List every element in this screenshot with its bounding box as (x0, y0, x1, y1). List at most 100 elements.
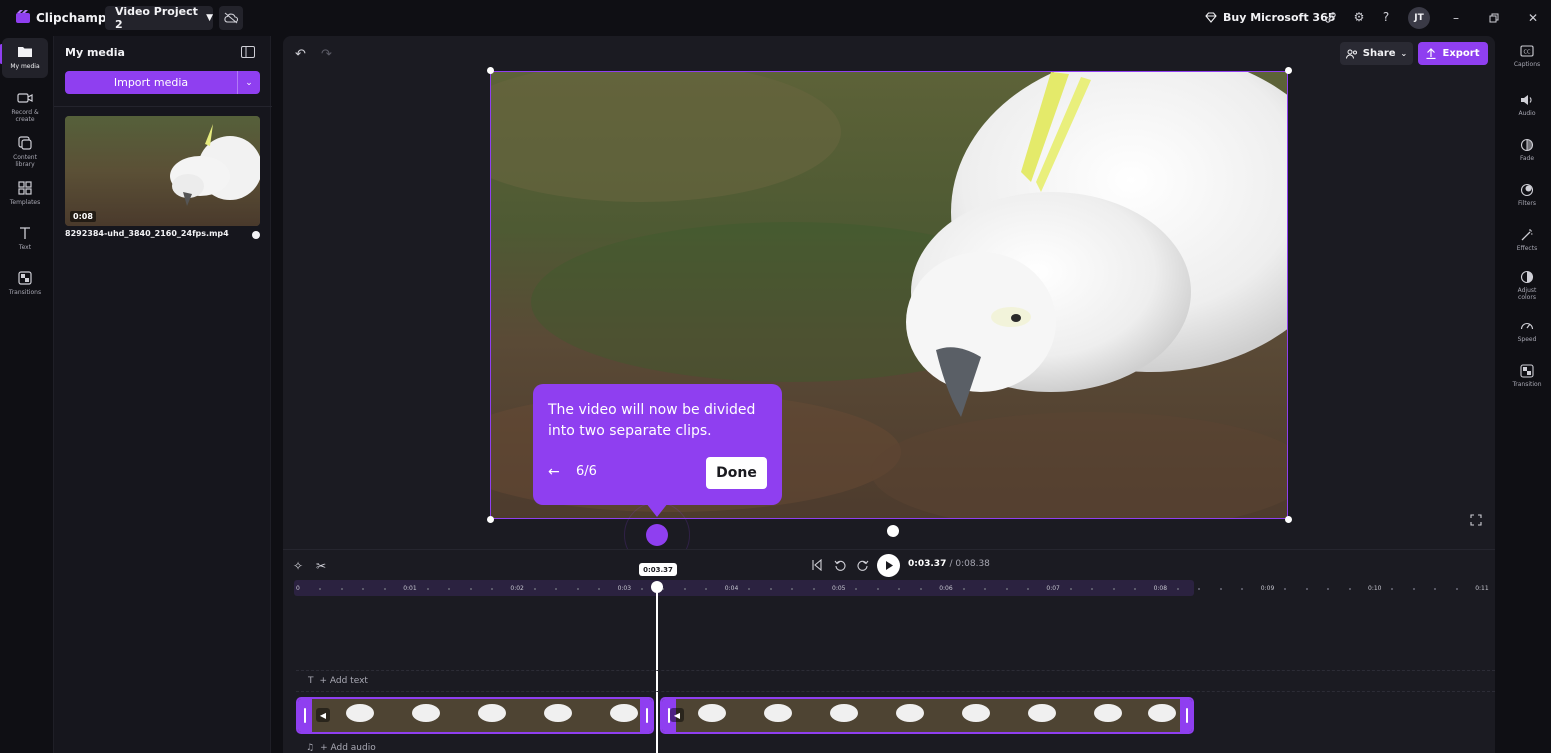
rewind-5s-icon[interactable] (834, 559, 846, 571)
panel-speed[interactable]: Speed (1505, 319, 1549, 343)
undo-icon[interactable]: ↶ (295, 47, 306, 62)
tooltip-arrow (646, 503, 668, 517)
captions-icon: CC (1520, 45, 1534, 57)
playhead-time-label: 0:03.37 (639, 563, 677, 576)
clip-left-trim-handle[interactable] (298, 699, 312, 732)
buy-label: Buy Microsoft 365 (1223, 11, 1336, 24)
help-icon[interactable]: ? (1378, 9, 1394, 25)
ruler-tick-dot (1026, 588, 1029, 590)
video-clip-1[interactable]: ◀ (296, 697, 654, 734)
ruler-tick-label: 0:03 (617, 585, 632, 592)
media-duration: 0:08 (70, 211, 96, 222)
cloud-sync-button[interactable] (219, 6, 243, 30)
minimize-icon[interactable]: – (1447, 9, 1465, 27)
ruler-tick-label: 0:01 (403, 585, 417, 592)
share-button[interactable]: Share ⌄ (1340, 42, 1413, 65)
divider (54, 106, 272, 107)
fullscreen-icon[interactable] (1470, 514, 1482, 526)
ruler-tick-dot (1219, 588, 1222, 590)
property-panel: CC Captions Audio Fade Filters Effects A… (1505, 36, 1551, 753)
panel-adjust-colors[interactable]: Adjust colors (1505, 270, 1549, 301)
add-text-button[interactable]: T + Add text (308, 676, 368, 686)
timeline-ruler-extension[interactable] (1194, 580, 1484, 596)
play-icon (885, 561, 893, 570)
redo-icon[interactable]: ↷ (321, 47, 332, 62)
scissors-icon[interactable]: ✂ (316, 559, 326, 573)
added-check-icon (252, 231, 260, 239)
nav-text[interactable]: Text (2, 219, 48, 259)
chevron-down-icon: ▼ (206, 13, 213, 23)
project-name-dropdown[interactable]: Video Project 2 ▼ (105, 5, 213, 31)
text-icon (20, 227, 30, 239)
clip-filmstrip (662, 699, 1192, 732)
collapse-panel-icon[interactable] (241, 46, 255, 58)
templates-icon (18, 181, 32, 195)
ruler-tick-dot (383, 588, 386, 590)
user-avatar[interactable]: JT (1408, 7, 1430, 29)
nav-templates[interactable]: Templates (2, 174, 48, 214)
rotate-icon[interactable] (887, 525, 899, 537)
ruler-tick-label: 0:11 (1475, 585, 1489, 592)
panel-transition[interactable]: Transition (1505, 364, 1549, 388)
ruler-tick-dot (576, 588, 579, 590)
nav-my-media[interactable]: My media (2, 38, 48, 78)
fade-icon (1520, 138, 1534, 152)
done-button[interactable]: Done (706, 457, 767, 489)
media-thumbnail[interactable]: 0:08 (65, 116, 260, 226)
import-media-button[interactable]: Import media (65, 71, 237, 94)
transitions-icon (18, 271, 32, 285)
svg-text:CC: CC (1524, 50, 1531, 56)
nav-content-library[interactable]: Content library (2, 129, 48, 169)
media-panel: My media Import media ⌄ 0:08 8292384-uhd… (53, 36, 272, 753)
clip-filmstrip (298, 699, 652, 732)
resize-handle-bottom-right[interactable] (1285, 516, 1292, 523)
nav-record-create[interactable]: Record & create (2, 84, 48, 124)
panel-audio[interactable]: Audio (1505, 93, 1549, 117)
play-button[interactable] (877, 554, 900, 577)
app-name: Clipchamp (36, 11, 107, 25)
export-label: Export (1442, 48, 1480, 59)
speaker-icon (1521, 95, 1532, 105)
clip-volume-icon[interactable]: ◀ (316, 708, 330, 722)
share-link-icon[interactable] (1322, 9, 1338, 25)
text-track[interactable]: T + Add text (296, 670, 1495, 692)
ruler-tick-label: 0:04 (724, 585, 739, 592)
import-options-chevron-icon[interactable]: ⌄ (237, 71, 260, 94)
panel-filters[interactable]: Filters (1505, 183, 1549, 207)
buy-microsoft-365-button[interactable]: Buy Microsoft 365 (1205, 11, 1335, 24)
clip-volume-icon[interactable]: ◀ (670, 708, 684, 722)
panel-label: Effects (1516, 245, 1538, 252)
ruler-tick-dot (769, 588, 772, 590)
magic-wand-icon[interactable]: ✧ (293, 559, 303, 573)
nav-transitions[interactable]: Transitions (2, 264, 48, 304)
clip-right-trim-handle[interactable] (640, 699, 652, 732)
clip-right-trim-handle[interactable] (1180, 699, 1192, 732)
playhead-handle[interactable] (651, 581, 663, 593)
add-audio-button[interactable]: ♫ + Add audio (306, 743, 376, 753)
restore-icon[interactable] (1485, 9, 1503, 27)
ruler-tick-dot (1112, 588, 1115, 590)
back-arrow-icon[interactable]: ← (548, 464, 560, 480)
ruler-tick-dot (1455, 588, 1458, 590)
total-time: / 0:08.38 (949, 559, 990, 569)
close-icon[interactable]: ✕ (1524, 9, 1542, 27)
panel-fade[interactable]: Fade (1505, 138, 1549, 162)
panel-label: Captions (1513, 61, 1541, 68)
skip-to-start-icon[interactable] (811, 559, 823, 571)
adjust-colors-icon (1520, 270, 1534, 284)
diamond-icon (1205, 12, 1217, 23)
ruler-tick-dot (490, 588, 493, 590)
onboarding-tooltip: The video will now be divided into two s… (533, 384, 782, 505)
ruler-tick-dot (1412, 588, 1415, 590)
ruler-tick-dot (426, 588, 429, 590)
panel-captions[interactable]: CC Captions (1505, 44, 1549, 68)
panel-effects[interactable]: Effects (1505, 228, 1549, 252)
export-button[interactable]: Export (1418, 42, 1488, 65)
panel-label: Adjust colors (1517, 287, 1537, 301)
settings-gear-icon[interactable]: ⚙ (1351, 9, 1367, 25)
resize-handle-top-right[interactable] (1285, 67, 1292, 74)
resize-handle-bottom-left[interactable] (487, 516, 494, 523)
resize-handle-top-left[interactable] (487, 67, 494, 74)
forward-5s-icon[interactable] (857, 559, 869, 571)
video-clip-2[interactable]: ◀ (660, 697, 1194, 734)
